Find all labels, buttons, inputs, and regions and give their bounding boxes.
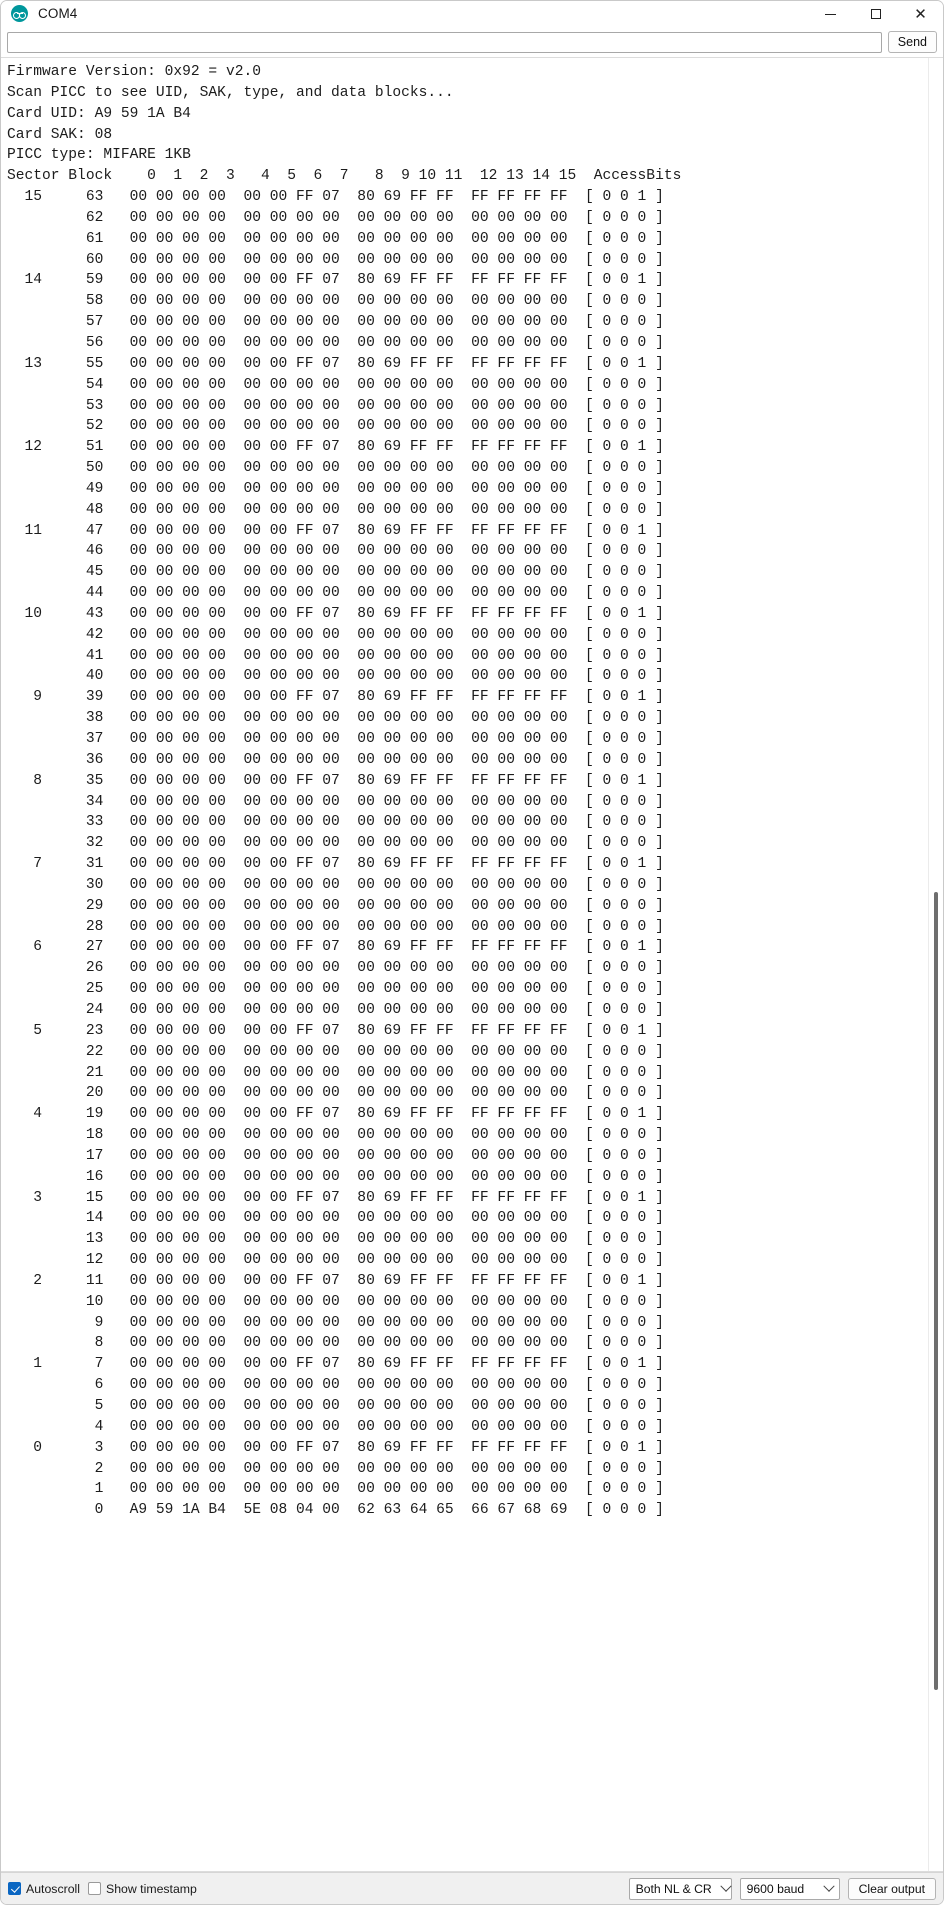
scrollbar-thumb[interactable] — [934, 891, 938, 1690]
line-ending-value: Both NL & CR — [635, 1881, 712, 1896]
serial-monitor-window: COM4 ✕ Send Firmware Version: 0x92 = v2.… — [0, 0, 944, 1905]
window-title: COM4 — [38, 6, 78, 21]
chevron-down-icon — [720, 1880, 732, 1892]
serial-send-input[interactable] — [7, 31, 882, 53]
vertical-scrollbar[interactable] — [928, 58, 943, 1871]
window-controls: ✕ — [808, 1, 943, 27]
title-bar: COM4 ✕ — [1, 1, 943, 27]
status-bar: Autoscroll Show timestamp Both NL & CR 9… — [1, 1872, 943, 1904]
serial-output-text[interactable]: Firmware Version: 0x92 = v2.0 Scan PICC … — [1, 58, 928, 1871]
baud-rate-select[interactable]: 9600 baud — [739, 1877, 840, 1900]
autoscroll-checkbox-box[interactable] — [8, 1882, 21, 1895]
maximize-icon[interactable] — [853, 1, 898, 27]
send-button[interactable]: Send — [887, 31, 937, 53]
show-timestamp-label: Show timestamp — [106, 1881, 197, 1896]
baud-rate-value: 9600 baud — [746, 1881, 805, 1896]
autoscroll-label: Autoscroll — [26, 1881, 80, 1896]
show-timestamp-checkbox-box[interactable] — [88, 1882, 101, 1895]
chevron-down-icon — [822, 1880, 835, 1892]
close-icon[interactable]: ✕ — [898, 1, 943, 27]
show-timestamp-checkbox[interactable]: Show timestamp — [88, 1882, 197, 1896]
minimize-icon[interactable] — [808, 1, 853, 27]
clear-output-button[interactable]: Clear output — [847, 1877, 936, 1900]
autoscroll-checkbox[interactable]: Autoscroll — [8, 1882, 80, 1896]
serial-output-area: Firmware Version: 0x92 = v2.0 Scan PICC … — [1, 57, 943, 1872]
arduino-logo-icon — [11, 5, 28, 22]
send-bar: Send — [1, 27, 943, 57]
line-ending-select[interactable]: Both NL & CR — [628, 1877, 732, 1900]
